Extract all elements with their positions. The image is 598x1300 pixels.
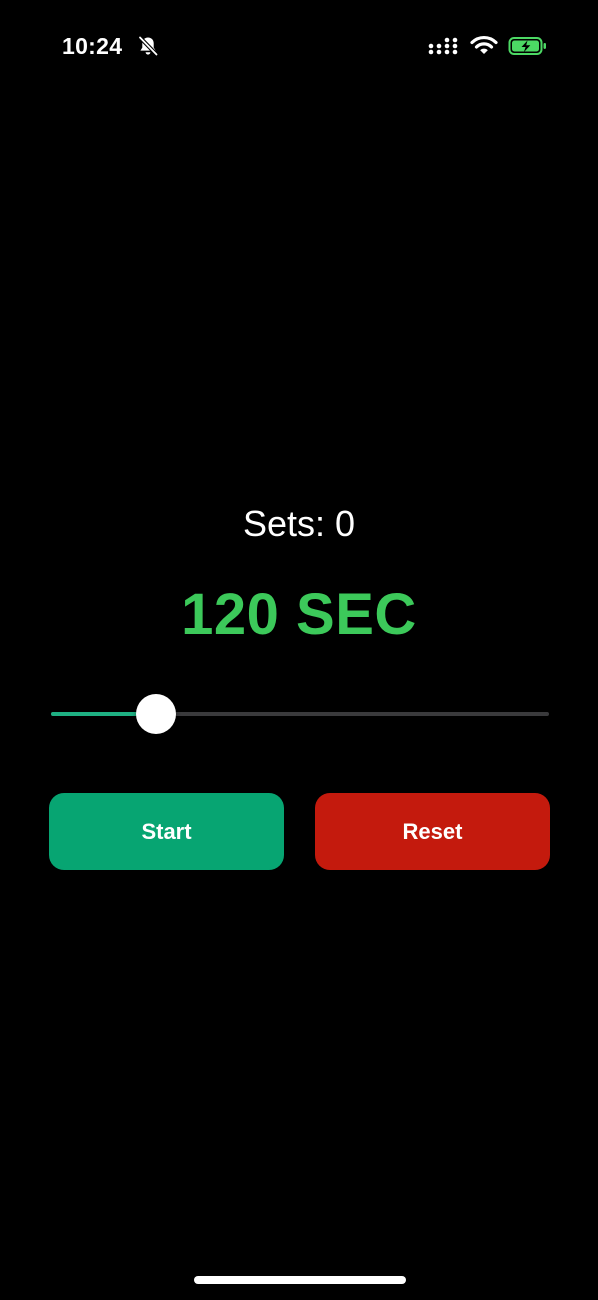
bell-slash-icon [138, 36, 158, 56]
duration-slider[interactable] [51, 690, 549, 738]
slider-thumb[interactable] [135, 694, 176, 734]
cellular-signal-icon [428, 37, 458, 55]
status-time: 10:24 [62, 33, 123, 59]
sets-counter: Sets: 0 [242, 503, 356, 544]
home-indicator[interactable] [194, 1276, 406, 1284]
timer-display: 120 SEC [181, 582, 417, 647]
status-bar: 10:24 [0, 0, 598, 92]
start-button[interactable]: Start [49, 793, 284, 870]
wifi-icon [470, 35, 498, 54]
battery-charging-icon [508, 37, 546, 55]
reset-button[interactable]: Reset [315, 793, 550, 870]
